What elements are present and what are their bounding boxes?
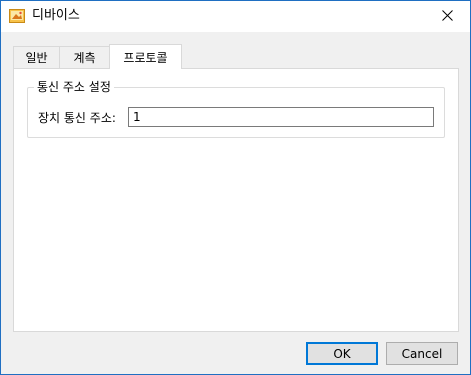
device-dialog: 디바이스 일반 계측 프로토콜 통신 주소 설정 장치 통신 주소: OK [0, 0, 471, 375]
close-icon [441, 9, 453, 24]
tab-measurement[interactable]: 계측 [59, 46, 110, 68]
cancel-button[interactable]: Cancel [386, 342, 458, 365]
groupbox-title: 통신 주소 설정 [34, 79, 114, 95]
title-bar: 디바이스 [1, 1, 470, 32]
tab-protocol[interactable]: 프로토콜 [109, 44, 182, 69]
cancel-button-label: Cancel [401, 346, 443, 361]
device-address-input[interactable] [128, 107, 434, 127]
device-app-icon [9, 8, 25, 24]
tab-measurement-label: 계측 [73, 51, 96, 65]
tab-general-label: 일반 [25, 51, 48, 65]
protocol-tab-panel: 통신 주소 설정 장치 통신 주소: [13, 68, 459, 332]
device-address-label: 장치 통신 주소: [38, 111, 116, 125]
comm-address-groupbox: 통신 주소 설정 장치 통신 주소: [27, 79, 445, 138]
tab-general[interactable]: 일반 [13, 46, 60, 68]
ok-button[interactable]: OK [306, 342, 378, 365]
tab-protocol-label: 프로토콜 [123, 50, 168, 65]
window-title: 디바이스 [32, 8, 80, 23]
ok-button-label: OK [333, 346, 351, 361]
close-button[interactable] [424, 1, 470, 32]
